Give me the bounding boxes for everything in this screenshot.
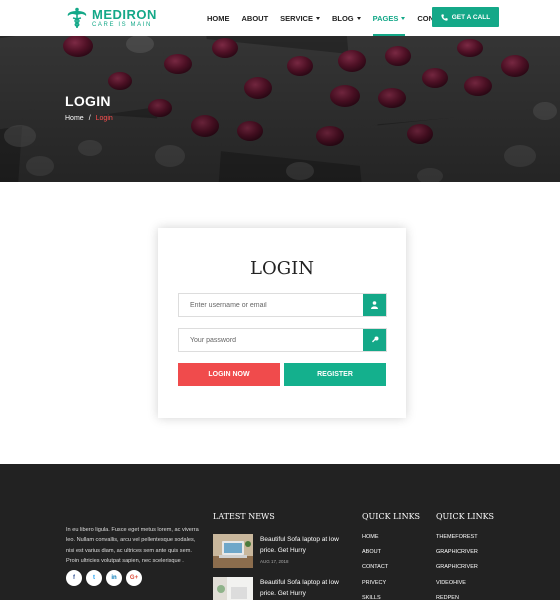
breadcrumb-home-link[interactable]: Home [65, 115, 84, 122]
nav-item-label: BLOG [331, 13, 354, 23]
user-icon [363, 294, 386, 316]
main-nav: HOMEABOUTSERVICEBLOGPAGESCONTACT [207, 0, 465, 36]
phone-icon [441, 13, 448, 21]
google-plus-icon[interactable]: G+ [126, 570, 142, 586]
linkedin-icon[interactable]: in [106, 570, 122, 586]
page-title: LOGIN [65, 93, 111, 109]
footer-about-text: In eu libero ligula. Fusce eget metus lo… [66, 527, 199, 564]
quick-links-heading: QUICK LINKS [436, 512, 495, 521]
footer-link[interactable]: VIDEOHIVE [436, 580, 478, 595]
caret-down-icon [401, 16, 406, 20]
nav-item-label: HOME [207, 13, 230, 23]
password-input[interactable] [179, 329, 364, 352]
quick-links-heading: QUICK LINKS [362, 512, 421, 521]
breadcrumb-current: Login [95, 115, 113, 122]
caret-down-icon [315, 16, 320, 20]
page-hero: LOGIN Home / Login [0, 36, 560, 182]
laptop-thumbnail [213, 534, 253, 568]
social-links: f t in G+ [66, 570, 146, 586]
login-now-button[interactable]: LOGIN NOW [178, 363, 280, 386]
page: MEDIRON CARE IS MAIN HOME ABOUT SERVICE BLO… [0, 0, 560, 600]
news-title: Beautiful Sofa laptop at low price. Get … [260, 579, 339, 597]
footer-link[interactable]: GRAPHICRIVER [436, 564, 478, 579]
get-a-call-button[interactable]: GET A CALL [432, 7, 499, 27]
login-title: LOGIN [250, 258, 314, 279]
nav-item-pages[interactable]: PAGES [372, 0, 406, 36]
desk-thumbnail [213, 577, 253, 600]
nav-item-home[interactable]: HOME [207, 0, 230, 36]
pills-background-image [0, 36, 560, 182]
username-input[interactable] [179, 294, 364, 317]
brand-name: MEDIRON [92, 6, 157, 22]
caret-down-icon [356, 16, 361, 20]
quick-links-list: HOME ABOUT CONTACT PRIVECY SKILLS [362, 534, 388, 600]
footer-link[interactable]: CONTACT [362, 564, 388, 579]
key-icon [363, 329, 386, 351]
news-item[interactable]: Beautiful Sofa laptop at low price. Get … [213, 577, 348, 600]
brand-tagline: CARE IS MAIN [92, 21, 152, 28]
footer-link[interactable]: SKILLS [362, 595, 388, 600]
twitter-icon[interactable]: t [86, 570, 102, 586]
breadcrumb-separator: / [88, 115, 91, 122]
footer-link[interactable]: REDPEN [436, 595, 478, 600]
username-field [178, 293, 387, 317]
news-item[interactable]: Beautiful Sofa laptop at low price. Get … [213, 534, 348, 568]
password-field [178, 328, 387, 352]
nav-item-label: ABOUT [241, 13, 269, 23]
site-footer: In eu libero ligula. Fusce eget metus lo… [0, 464, 560, 600]
register-button[interactable]: REGISTER [284, 363, 386, 386]
footer-link[interactable]: ABOUT [362, 549, 388, 564]
nav-item-blog[interactable]: BLOG [332, 0, 361, 36]
latest-news-heading: LATEST NEWS [213, 512, 275, 521]
footer-link[interactable]: THEMEFOREST [436, 534, 478, 549]
quick-links-list: THEMEFOREST GRAPHICRIVER GRAPHICRIVER VIDEO… [436, 534, 478, 600]
nav-item-label: SERVICE [280, 13, 313, 23]
news-title: Beautiful Sofa laptop at low price. Get … [260, 536, 339, 554]
caduceus-icon [67, 7, 87, 28]
footer-link[interactable]: PRIVECY [362, 580, 388, 595]
footer-link[interactable]: GRAPHICRIVER [436, 549, 478, 564]
nav-item-service[interactable]: SERVICE [280, 0, 320, 36]
news-date: AUG 17, 2018 [260, 559, 289, 564]
site-header: MEDIRON CARE IS MAIN HOME ABOUT SERVICE BLO… [0, 0, 560, 36]
get-a-call-label: GET A CALL [451, 13, 491, 21]
brand-logo[interactable]: MEDIRON CARE IS MAIN [66, 7, 157, 29]
facebook-icon[interactable]: f [66, 570, 82, 586]
nav-item-about[interactable]: ABOUT [242, 0, 269, 36]
nav-item-label: PAGES [372, 13, 399, 23]
login-card: LOGIN LOGIN NOW REGISTER [158, 228, 406, 418]
breadcrumb: Home / Login [65, 115, 113, 122]
footer-link[interactable]: HOME [362, 534, 388, 549]
